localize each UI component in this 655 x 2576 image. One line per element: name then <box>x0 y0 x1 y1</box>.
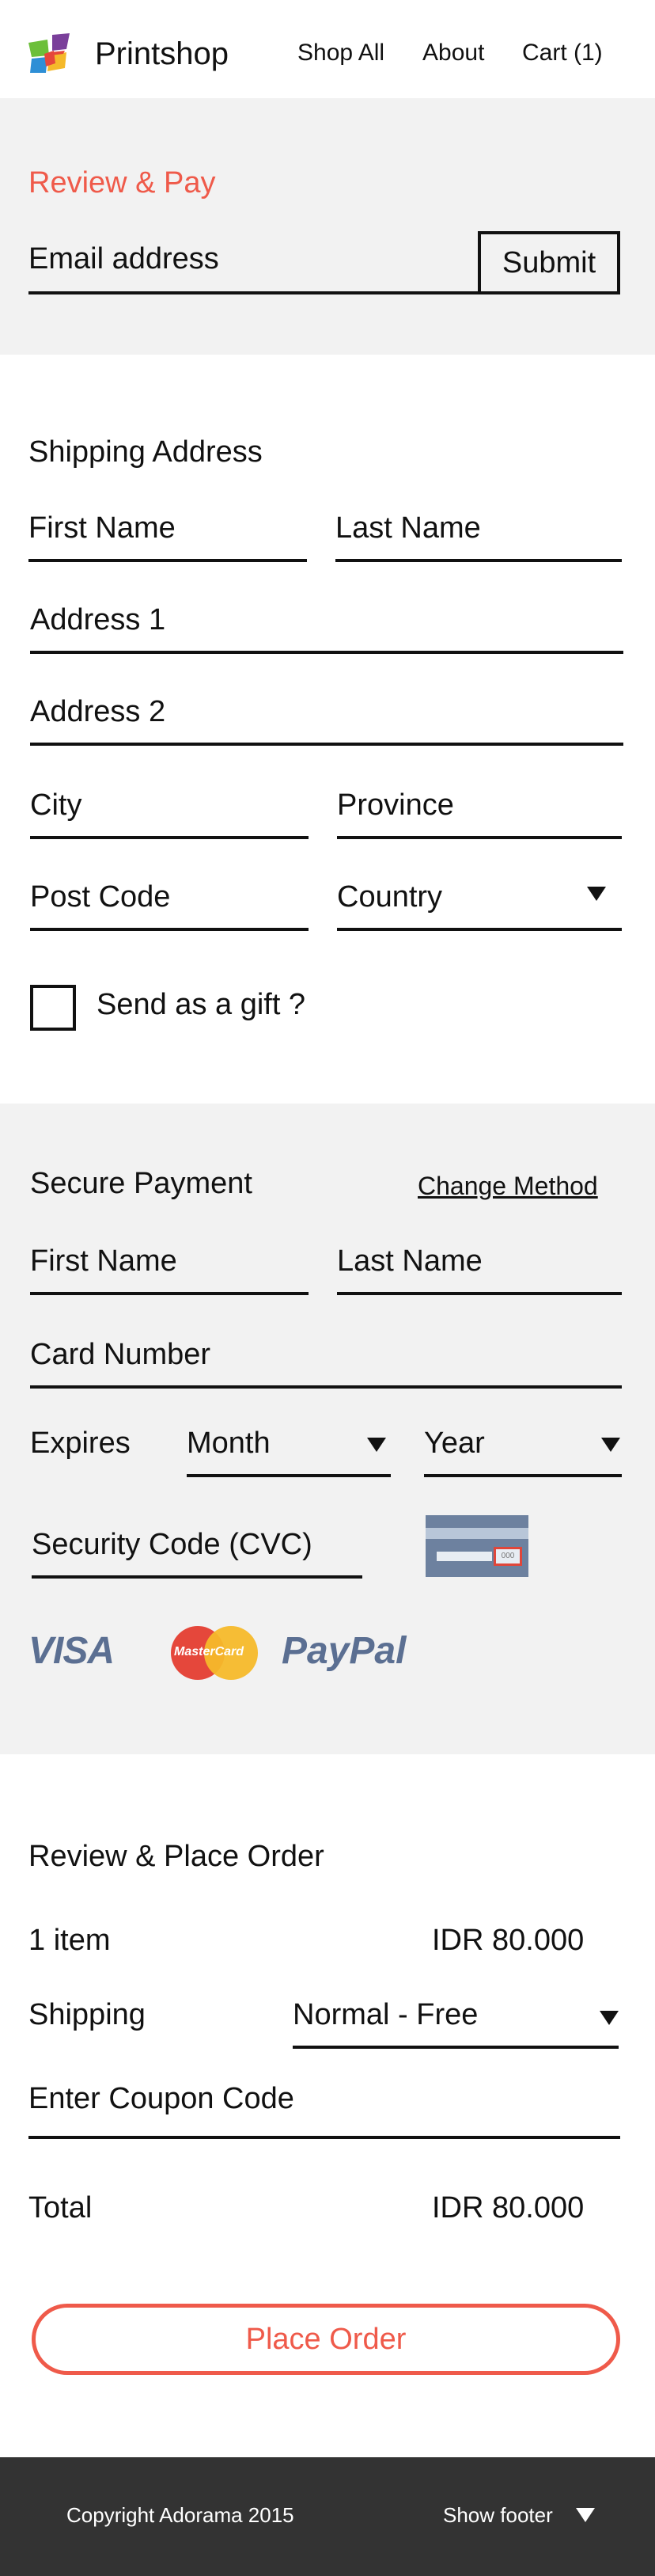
change-method-link[interactable]: Change Method <box>418 1173 598 1199</box>
security-code-input[interactable]: Security Code (CVC) <box>32 1529 312 1560</box>
nav-shop-all[interactable]: Shop All <box>297 41 384 65</box>
shipping-label: Shipping <box>28 1998 146 2031</box>
total-price: IDR 80.000 <box>432 2191 585 2225</box>
year-underline <box>424 1474 622 1477</box>
year-chevron-down-icon[interactable] <box>601 1438 620 1452</box>
nav-about[interactable]: About <box>422 41 484 65</box>
show-footer-toggle[interactable]: Show footer <box>443 2505 553 2525</box>
card-number-input[interactable]: Card Number <box>30 1339 210 1370</box>
gift-label: Send as a gift ? <box>97 988 306 1021</box>
city-input[interactable]: City <box>30 790 81 820</box>
copyright-text: Copyright Adorama 2015 <box>66 2503 294 2527</box>
shipping-title: Shipping Address <box>28 435 263 469</box>
city-underline <box>30 836 309 839</box>
visa-logo-icon: VISA <box>28 1630 115 1672</box>
place-order-button[interactable]: Place Order <box>32 2304 620 2375</box>
coupon-code-input[interactable]: Enter Coupon Code <box>28 2084 294 2114</box>
country-select[interactable]: Country <box>337 882 442 912</box>
email-input[interactable]: Email address <box>28 244 219 274</box>
shipping-last-name-underline <box>335 559 622 562</box>
card-number-underline <box>30 1385 622 1389</box>
show-footer-chevron-down-icon[interactable] <box>576 2508 595 2522</box>
payment-first-name-underline <box>30 1292 309 1295</box>
total-label: Total <box>28 2191 93 2225</box>
address2-underline <box>30 743 623 746</box>
country-underline <box>337 928 622 931</box>
brand-name[interactable]: Printshop <box>95 38 229 70</box>
gift-checkbox[interactable] <box>30 985 76 1031</box>
coupon-code-underline <box>28 2136 620 2139</box>
post-code-underline <box>30 928 309 931</box>
mastercard-logo-icon: MasterCard <box>171 1626 258 1680</box>
month-chevron-down-icon[interactable] <box>367 1438 386 1452</box>
item-price: IDR 80.000 <box>432 1924 585 1957</box>
review-pay-section <box>0 98 655 355</box>
printshop-logo-icon[interactable] <box>28 32 82 74</box>
province-input[interactable]: Province <box>337 790 454 820</box>
security-code-underline <box>32 1575 362 1579</box>
country-chevron-down-icon[interactable] <box>587 887 606 901</box>
nav-cart[interactable]: Cart (1) <box>522 41 603 65</box>
address1-underline <box>30 651 623 654</box>
payment-title: Secure Payment <box>30 1167 252 1200</box>
expiry-month-select[interactable]: Month <box>187 1428 271 1458</box>
item-count: 1 item <box>28 1924 111 1957</box>
credit-card-cvc-icon: 000 <box>426 1515 528 1577</box>
payment-first-name-input[interactable]: First Name <box>30 1246 177 1276</box>
site-footer: Copyright Adorama 2015 Show footer <box>0 2457 655 2576</box>
shipping-first-name-input[interactable]: First Name <box>28 513 176 543</box>
shipping-method-underline <box>293 2046 619 2049</box>
order-title: Review & Place Order <box>28 1840 324 1873</box>
shipping-first-name-underline <box>28 559 307 562</box>
paypal-logo-icon: PayPal <box>282 1630 407 1672</box>
address2-input[interactable]: Address 2 <box>30 697 165 727</box>
month-underline <box>187 1474 391 1477</box>
province-underline <box>337 836 622 839</box>
expires-label: Expires <box>30 1427 131 1460</box>
payment-last-name-underline <box>337 1292 622 1295</box>
post-code-input[interactable]: Post Code <box>30 882 170 912</box>
address1-input[interactable]: Address 1 <box>30 605 165 635</box>
expiry-year-select[interactable]: Year <box>424 1428 485 1458</box>
review-pay-title: Review & Pay <box>28 166 216 199</box>
site-header: Printshop Shop All About Cart (1) <box>0 0 655 98</box>
email-input-underline <box>28 291 478 294</box>
submit-button[interactable]: Submit <box>478 231 620 294</box>
payment-last-name-input[interactable]: Last Name <box>337 1246 483 1276</box>
shipping-chevron-down-icon[interactable] <box>600 2011 619 2025</box>
shipping-method-select[interactable]: Normal - Free <box>293 2000 478 2030</box>
shipping-last-name-input[interactable]: Last Name <box>335 513 481 543</box>
